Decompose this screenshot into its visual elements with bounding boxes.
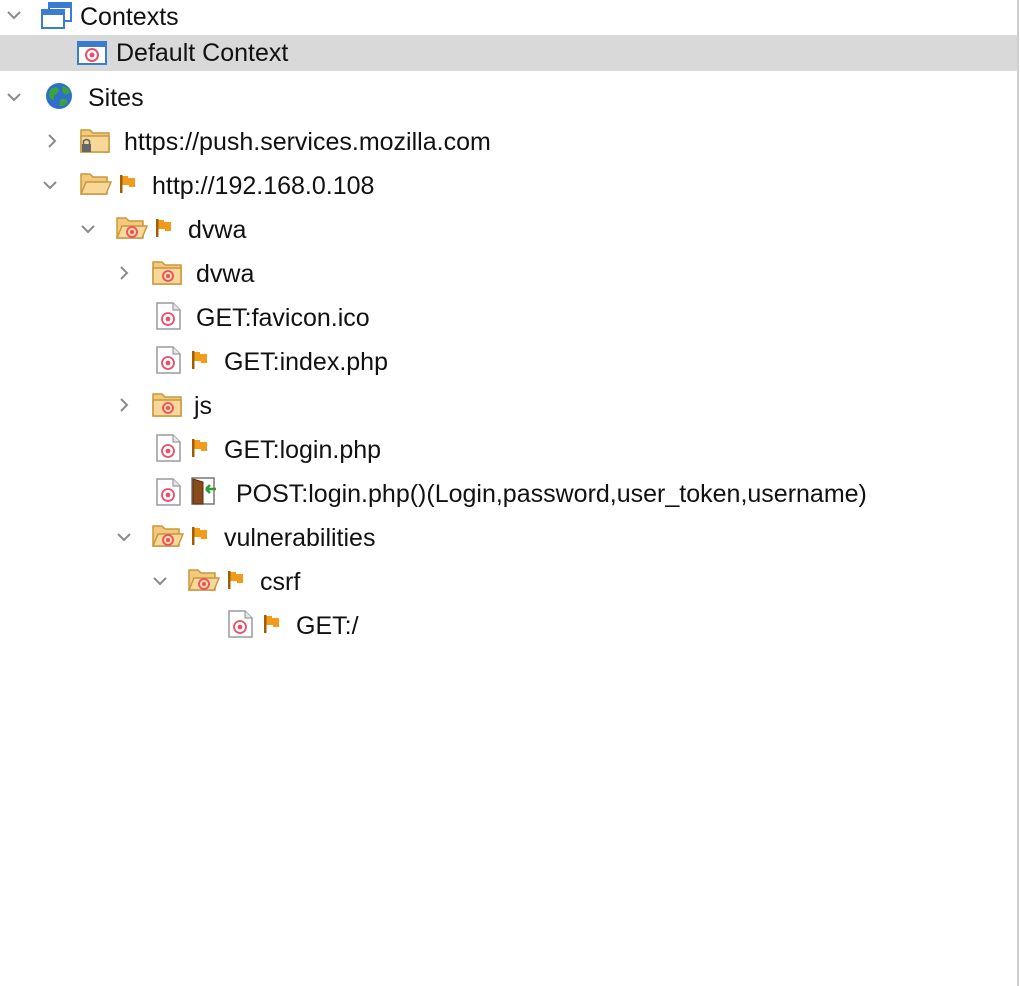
- locked-folder-icon: [78, 126, 112, 154]
- page-target-icon: [224, 610, 258, 638]
- chevron-down-icon[interactable]: [6, 89, 22, 105]
- tree-node-get-favicon[interactable]: GET:favicon.ico: [0, 296, 1017, 340]
- flag-icon: [226, 569, 246, 591]
- context-target-icon: [76, 39, 110, 67]
- tree-node-site-host[interactable]: http://192.168.0.108: [0, 164, 1017, 208]
- globe-icon: [44, 82, 78, 110]
- page-target-icon: [152, 346, 186, 374]
- tree-node-get-index[interactable]: GET:index.php: [0, 340, 1017, 384]
- tree-node-label: Default Context: [116, 39, 289, 67]
- folder-target-icon: [150, 390, 184, 418]
- tree-node-post-login[interactable]: POST:login.php()(Login,password,user_tok…: [0, 472, 1017, 516]
- chevron-down-icon[interactable]: [42, 177, 58, 193]
- tree-node-sites[interactable]: Sites: [0, 76, 1017, 120]
- chevron-down-icon[interactable]: [116, 529, 132, 545]
- tree-node-label: js: [194, 392, 213, 420]
- tree-node-site-mozilla[interactable]: https://push.services.mozilla.com: [0, 120, 1017, 164]
- panel-border: [1017, 0, 1019, 986]
- page-target-icon: [152, 302, 186, 330]
- tree-node-label: dvwa: [196, 260, 255, 288]
- chevron-right-icon[interactable]: [116, 397, 132, 413]
- tree-node-js[interactable]: js: [0, 384, 1017, 428]
- flag-icon: [262, 613, 282, 635]
- tree-node-label: GET:favicon.ico: [196, 304, 370, 332]
- chevron-down-icon[interactable]: [80, 221, 96, 237]
- page-target-icon: [152, 478, 186, 506]
- tree-node-label: https://push.services.mozilla.com: [124, 128, 491, 156]
- folder-target-icon: [150, 258, 184, 286]
- tree-node-csrf[interactable]: csrf: [0, 560, 1017, 604]
- flag-icon: [190, 437, 210, 459]
- tree-node-label: http://192.168.0.108: [152, 172, 375, 200]
- tree-node-dvwa-sub[interactable]: dvwa: [0, 252, 1017, 296]
- chevron-down-icon[interactable]: [6, 7, 22, 23]
- tree-node-contexts[interactable]: Contexts: [0, 0, 1017, 34]
- contexts-windows-icon: [40, 2, 74, 30]
- open-folder-target-icon: [114, 214, 148, 242]
- tree-node-label: GET:/: [296, 612, 359, 640]
- flag-icon: [190, 525, 210, 547]
- flag-icon: [154, 217, 174, 239]
- tree-node-label: GET:index.php: [224, 348, 388, 376]
- chevron-right-icon[interactable]: [116, 265, 132, 281]
- tree-node-vulnerabilities[interactable]: vulnerabilities: [0, 516, 1017, 560]
- sites-tree-panel: Contexts Default Context Sites https://p…: [0, 0, 1020, 986]
- chevron-right-icon[interactable]: [44, 133, 60, 149]
- tree-node-label: csrf: [260, 568, 301, 596]
- flag-icon: [190, 349, 210, 371]
- tree-node-label: dvwa: [188, 216, 247, 244]
- form-door-icon: [190, 476, 224, 505]
- tree-node-label: POST:login.php()(Login,password,user_tok…: [236, 480, 867, 508]
- tree-node-csrf-get[interactable]: GET:/: [0, 604, 1017, 648]
- tree-node-dvwa[interactable]: dvwa: [0, 208, 1017, 252]
- open-folder-target-icon: [150, 522, 184, 550]
- page-target-icon: [152, 434, 186, 462]
- tree-node-label: Sites: [88, 84, 144, 112]
- flag-icon: [118, 173, 138, 195]
- tree-node-get-login[interactable]: GET:login.php: [0, 428, 1017, 472]
- tree-node-label: GET:login.php: [224, 436, 382, 464]
- tree-node-default-context[interactable]: Default Context: [0, 35, 1017, 71]
- open-folder-target-icon: [186, 566, 220, 594]
- chevron-down-icon[interactable]: [152, 573, 168, 589]
- tree-node-label: vulnerabilities: [224, 524, 376, 552]
- open-folder-icon: [78, 170, 112, 198]
- tree-node-label: Contexts: [80, 3, 179, 31]
